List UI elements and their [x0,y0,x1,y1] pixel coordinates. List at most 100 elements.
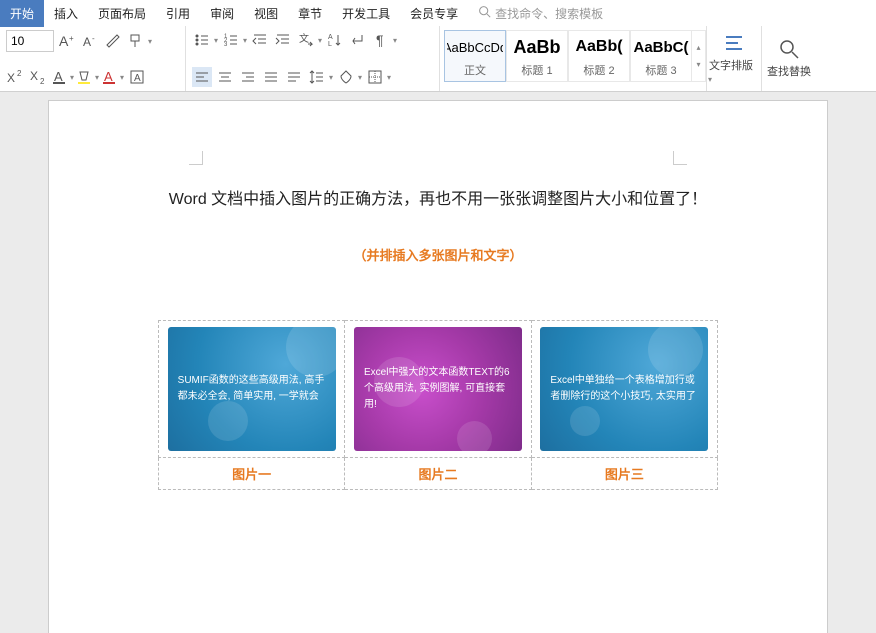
svg-text:+: + [69,34,74,43]
image-table[interactable]: SUMIF函数的这些高级用法, 高手都未必全会, 简单实用, 一学就会 Exce… [158,320,718,490]
tab-review[interactable]: 审阅 [200,0,244,27]
increase-indent-icon[interactable] [273,30,293,50]
svg-text:A: A [83,35,91,49]
dropdown-icon[interactable]: ▾ [387,73,391,82]
align-left-icon[interactable] [192,67,212,87]
svg-text:L: L [328,41,332,48]
table-cell[interactable]: Excel中强大的文本函数TEXT的6个高级用法, 实例图解, 可直接套用! [345,321,531,458]
borders-icon[interactable] [365,67,385,87]
search-placeholder: 查找命令、搜索模板 [495,5,603,22]
styles-group: AaBbCcDd 正文 AaBb 标题 1 AaBb( 标题 2 AaBbC( … [440,26,707,91]
numbering-icon[interactable]: 123 [221,30,241,50]
svg-text:X: X [7,71,15,85]
dropdown-icon[interactable]: ▾ [148,37,152,46]
tab-devtools[interactable]: 开发工具 [332,0,400,27]
align-right-icon[interactable] [238,67,258,87]
align-distribute-icon[interactable] [284,67,304,87]
style-heading1[interactable]: AaBb 标题 1 [506,30,568,82]
ribbon-toolbar: A+ A- ▾ X2 X2 A▾ ▾ A▾ A ▾ 123▾ 文▾ AL ¶▾ [0,26,876,92]
tab-view[interactable]: 视图 [244,0,288,27]
superscript-icon[interactable]: X2 [6,67,26,87]
margin-marker-icon [673,151,687,165]
decrease-font-icon[interactable]: A- [80,31,100,51]
svg-text:1: 1 [224,34,228,40]
dropdown-icon[interactable]: ▾ [120,73,124,82]
search-icon [478,5,491,21]
tab-pagelayout[interactable]: 页面布局 [88,0,156,27]
paragraph-group: ▾ 123▾ 文▾ AL ¶▾ ▾ ▾ ▾ [186,26,440,91]
shading-icon[interactable] [336,67,356,87]
svg-text:2: 2 [224,38,228,44]
svg-text:-: - [92,34,95,43]
svg-text:X: X [30,69,38,83]
dropdown-icon[interactable]: ▾ [329,73,333,82]
text-typeset-button[interactable]: 文字排版 ▾ [707,26,761,91]
align-justify-icon[interactable] [261,67,281,87]
line-spacing-icon[interactable] [307,67,327,87]
font-color-icon[interactable]: A [102,69,118,85]
style-heading3[interactable]: AaBbC( 标题 3 [630,30,692,82]
document-title[interactable]: Word 文档中插入图片的正确方法，再也不用一张张调整图片大小和位置了！ [119,185,757,209]
char-shading-icon[interactable]: A [52,69,68,85]
tab-member[interactable]: 会员专享 [400,0,468,27]
ltr-icon[interactable]: 文 [296,30,316,50]
menu-tabs: 开始 插入 页面布局 引用 审阅 视图 章节 开发工具 会员专享 查找命令、搜索… [0,0,876,26]
dropdown-icon[interactable]: ▾ [95,73,99,82]
line-break-icon[interactable] [348,30,368,50]
tab-start[interactable]: 开始 [0,0,44,27]
sort-icon[interactable]: AL [325,30,345,50]
dropdown-icon: ▾ [708,75,712,84]
subscript-icon[interactable]: X2 [29,67,49,87]
font-size-input[interactable] [6,30,54,52]
image-caption-2[interactable]: 图片二 [345,458,531,490]
document-page[interactable]: Word 文档中插入图片的正确方法，再也不用一张张调整图片大小和位置了！ （并排… [48,100,828,633]
svg-text:A: A [104,69,113,84]
format-painter-icon[interactable] [126,31,146,51]
inserted-image-1[interactable]: SUMIF函数的这些高级用法, 高手都未必全会, 简单实用, 一学就会 [168,327,336,451]
svg-text:2: 2 [17,69,22,78]
svg-text:2: 2 [40,77,45,85]
tab-chapter[interactable]: 章节 [288,0,332,27]
table-cell[interactable]: SUMIF函数的这些高级用法, 高手都未必全会, 简单实用, 一学就会 [159,321,345,458]
dropdown-icon[interactable]: ▾ [70,73,74,82]
align-center-icon[interactable] [215,67,235,87]
margin-marker-icon [189,151,203,165]
svg-text:¶: ¶ [376,32,384,48]
tab-reference[interactable]: 引用 [156,0,200,27]
image-caption-1[interactable]: 图片一 [159,458,345,490]
font-group: A+ A- ▾ X2 X2 A▾ ▾ A▾ A [0,26,186,91]
clear-format-icon[interactable] [103,31,123,51]
char-border-icon[interactable]: A [127,67,147,87]
svg-text:文: 文 [299,32,309,45]
find-replace-button[interactable]: 查找替换 [762,26,816,91]
style-normal[interactable]: AaBbCcDd 正文 [444,30,506,82]
svg-text:A: A [134,73,141,84]
image-caption-3[interactable]: 图片三 [531,458,717,490]
svg-text:A: A [59,33,69,49]
document-area[interactable]: Word 文档中插入图片的正确方法，再也不用一张张调整图片大小和位置了！ （并排… [0,92,876,633]
show-marks-icon[interactable]: ¶ [371,30,391,50]
decrease-indent-icon[interactable] [250,30,270,50]
style-heading2[interactable]: AaBb( 标题 2 [568,30,630,82]
bullets-icon[interactable] [192,30,212,50]
chevron-down-icon: ▾ [696,60,700,69]
svg-text:A: A [328,34,333,41]
styles-expand[interactable]: ▴▾ [692,30,706,82]
increase-font-icon[interactable]: A+ [57,31,77,51]
inserted-image-2[interactable]: Excel中强大的文本函数TEXT的6个高级用法, 实例图解, 可直接套用! [354,327,522,451]
svg-text:3: 3 [224,42,228,48]
typeset-icon [723,32,745,54]
svg-text:A: A [54,69,63,84]
highlight-icon[interactable] [77,69,93,85]
dropdown-icon[interactable]: ▾ [318,36,322,45]
dropdown-icon[interactable]: ▾ [243,36,247,45]
dropdown-icon[interactable]: ▾ [358,73,362,82]
dropdown-icon[interactable]: ▾ [214,36,218,45]
tab-insert[interactable]: 插入 [44,0,88,27]
table-cell[interactable]: Excel中单独给一个表格增加行或者删除行的这个小技巧, 太实用了 [531,321,717,458]
dropdown-icon[interactable]: ▾ [393,36,397,45]
document-subtitle[interactable]: （并排插入多张图片和文字） [119,245,757,264]
magnifier-icon [778,38,800,60]
command-search[interactable]: 查找命令、搜索模板 [478,5,603,22]
inserted-image-3[interactable]: Excel中单独给一个表格增加行或者删除行的这个小技巧, 太实用了 [540,327,708,451]
